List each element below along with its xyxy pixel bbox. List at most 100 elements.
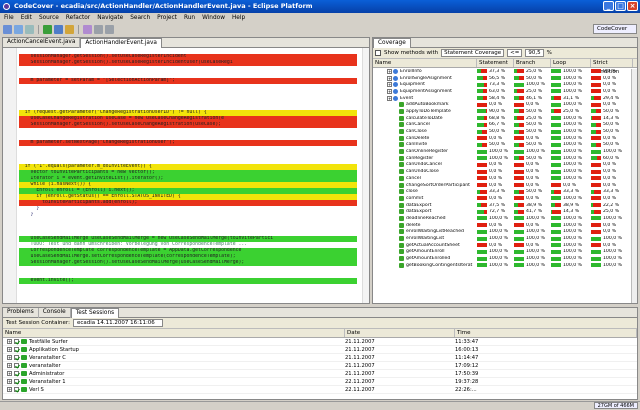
- tab-coverage[interactable]: Coverage: [373, 38, 411, 48]
- coverage-row[interactable]: delete 0,0 % 0,0 % 100,0 % 0,0 %: [373, 222, 637, 229]
- col-session-name[interactable]: Name: [3, 329, 345, 337]
- threshold-operator-select[interactable]: <=: [507, 49, 523, 57]
- coverage-row[interactable]: close 33,3 % 50,0 % 33,3 % 33,3 %: [373, 188, 637, 195]
- run-icon[interactable]: [43, 24, 52, 34]
- coverage-row[interactable]: getAmountEnrolled 100,0 % 100,0 % 100,0 % 10…: [373, 255, 637, 262]
- coverage-row[interactable]: getBookingContingentsIterat 100,0 % 100,0 …: [373, 262, 637, 269]
- col-strict-condition[interactable]: Strict Condition: [591, 59, 633, 75]
- coverage-row[interactable]: canDelete 0,0 % 0,0 % 100,0 % 0,0 %: [373, 135, 637, 142]
- tab-problems[interactable]: Problems: [3, 308, 39, 318]
- session-row[interactable]: + Verl S 22.11.2007 22:26:...: [3, 386, 637, 394]
- session-row[interactable]: + Applikation Startup 21.11.2007 16:00:13: [3, 346, 637, 354]
- code-area[interactable]: sessionManager.getSession().setUseCaseRe…: [3, 48, 369, 303]
- maximize-button[interactable]: □: [615, 1, 626, 11]
- expand-icon[interactable]: +: [387, 68, 392, 74]
- tab-console[interactable]: Console: [39, 308, 71, 318]
- perspective-switcher[interactable]: CodeCover: [593, 24, 637, 34]
- tab-action-handler-event[interactable]: ActionHandlerEvent.java: [80, 38, 162, 48]
- session-checkbox[interactable]: [14, 347, 19, 352]
- expand-icon[interactable]: +: [7, 339, 12, 344]
- coverage-row[interactable]: deadlineReached 100,0 % 100,0 % 100,0 % 100,…: [373, 215, 637, 222]
- col-name[interactable]: Name: [373, 59, 477, 67]
- print-icon[interactable]: [25, 24, 34, 34]
- session-row[interactable]: + veranstalter 21.11.2007 17:09:12: [3, 362, 637, 370]
- coverage-scrollbar[interactable]: [631, 69, 637, 303]
- coverage-row[interactable]: + EnrollSingleAsignment 56,5 % 50,0 % 100,0 …: [373, 75, 637, 82]
- coverage-row[interactable]: commit 0,0 % 0,0 % 100,0 % 0,0 %: [373, 195, 637, 202]
- session-checkbox[interactable]: [14, 379, 19, 384]
- expand-icon[interactable]: +: [7, 371, 12, 376]
- session-checkbox[interactable]: [14, 363, 19, 368]
- tab-test-sessions[interactable]: Test Sessions: [70, 308, 120, 318]
- menu-source[interactable]: Source: [39, 13, 59, 23]
- menu-help[interactable]: Help: [232, 13, 245, 23]
- expand-icon[interactable]: +: [7, 347, 12, 352]
- coverage-row[interactable]: dataExport 72,7 % 41,7 % 14,3 % 25,0 %: [373, 208, 637, 215]
- expand-icon[interactable]: +: [387, 82, 392, 88]
- coverage-row[interactable]: canCancel 66,7 % 50,0 % 100,0 % 50,0 %: [373, 122, 637, 129]
- menu-edit[interactable]: Edit: [21, 13, 32, 23]
- coverage-row[interactable]: getAmountEnroll 100,0 % 100,0 % 100,0 % 100,…: [373, 249, 637, 256]
- debug-icon[interactable]: [54, 24, 63, 34]
- coverage-row[interactable]: dataExport 37,5 % 38,9 % 38,9 % 22,2 %: [373, 202, 637, 209]
- expand-icon[interactable]: +: [387, 75, 392, 81]
- col-loop[interactable]: Loop: [551, 59, 591, 67]
- expand-icon[interactable]: +: [7, 363, 12, 368]
- coverage-row[interactable]: + EquipmentAssignment 63,0 % 25,0 % 100,0 % 0…: [373, 88, 637, 95]
- coverage-row[interactable]: getActualAccountSheet 0,0 % 0,0 % 100,0 % 0,…: [373, 242, 637, 249]
- expand-icon[interactable]: +: [387, 88, 392, 94]
- coverage-row[interactable]: canUndoCancel 0,0 % 0,0 % 100,0 % 0,0 %: [373, 162, 637, 169]
- forward-icon[interactable]: [105, 24, 114, 34]
- coverage-row[interactable]: canUndoClose 0,0 % 0,0 % 100,0 % 0,0 %: [373, 168, 637, 175]
- session-row[interactable]: + Veranstalter 1 22.11.2007 19:37:28: [3, 378, 637, 386]
- expand-icon[interactable]: +: [7, 379, 12, 384]
- coverage-row[interactable]: + Equipment 73,3 % 100,0 % 100,0 % 0,0 %: [373, 81, 637, 88]
- coverage-row[interactable]: enrollWaitingList 100,0 % 100,0 % 100,0 % 10…: [373, 235, 637, 242]
- overview-ruler[interactable]: [362, 48, 369, 303]
- criterion-select[interactable]: Statement Coverage: [441, 49, 505, 57]
- coverage-row[interactable]: + Event 58,4 % 46,1 % 31,1 % 29,4 %: [373, 95, 637, 102]
- close-button[interactable]: ×: [627, 1, 638, 11]
- coverage-row[interactable]: calculateToDate 68,8 % 25,0 % 100,0 % 14,3 %: [373, 115, 637, 122]
- save-icon[interactable]: [14, 24, 23, 34]
- col-session-date[interactable]: Date: [345, 329, 455, 337]
- coverage-row[interactable]: canOnlineRegister 100,0 % 100,0 % 100,0 % 10…: [373, 148, 637, 155]
- threshold-input[interactable]: 90,5: [525, 49, 544, 57]
- expand-icon[interactable]: +: [387, 95, 392, 101]
- tab-action-cancel-event[interactable]: ActionCancelEvent.java: [3, 38, 81, 48]
- coverage-row[interactable]: changeSortOrderParticipant 0,0 % 0,0 % 0,0 …: [373, 182, 637, 189]
- coverage-row[interactable]: canClose 50,0 % 50,0 % 100,0 % 50,0 %: [373, 128, 637, 135]
- session-checkbox[interactable]: [14, 355, 19, 360]
- coverage-row[interactable]: + EnrollInfo 37,3 % 25,0 % 100,0 % 0,0 %: [373, 68, 637, 75]
- coverage-row[interactable]: applyToDoTemplate 90,0 % 50,0 % 25,0 % 50,0 …: [373, 108, 637, 115]
- memory-indicator[interactable]: 27GM of 466M: [593, 402, 638, 409]
- coverage-row[interactable]: canRegister 100,0 % 50,0 % 100,0 % 60,0 %: [373, 155, 637, 162]
- menu-project[interactable]: Project: [157, 13, 177, 23]
- session-row[interactable]: + Testfälle Surfer 21.11.2007 11:33:47: [3, 338, 637, 346]
- session-checkbox[interactable]: [14, 339, 19, 344]
- session-row[interactable]: + Administrator 21.11.2007 17:50:39: [3, 370, 637, 378]
- coverage-row[interactable]: addAutoBookmark 0,0 % 0,0 % 100,0 % 0,0 %: [373, 101, 637, 108]
- container-select[interactable]: ecadia 14.11.2007 16:11:06: [72, 319, 163, 327]
- menu-window[interactable]: Window: [202, 13, 225, 23]
- coverage-row[interactable]: enrollWaitingListReached 100,0 % 100,0 % 10…: [373, 229, 637, 236]
- menu-run[interactable]: Run: [184, 13, 195, 23]
- coverage-row[interactable]: cancel 0,0 % 0,0 % 100,0 % 0,0 %: [373, 175, 637, 182]
- col-statement[interactable]: Statement: [477, 59, 514, 67]
- menu-search[interactable]: Search: [130, 13, 150, 23]
- expand-icon[interactable]: +: [7, 387, 12, 392]
- new-icon[interactable]: [3, 24, 12, 34]
- back-icon[interactable]: [94, 24, 103, 34]
- coverage-row[interactable]: canInvite 50,0 % 50,0 % 100,0 % 50,0 %: [373, 142, 637, 149]
- search-icon[interactable]: [65, 24, 74, 34]
- session-row[interactable]: + Veranstalter C 21.11.2007 11:14:47: [3, 354, 637, 362]
- menu-refactor[interactable]: Refactor: [66, 13, 90, 23]
- col-branch[interactable]: Branch: [514, 59, 551, 67]
- expand-icon[interactable]: +: [7, 355, 12, 360]
- minimize-button[interactable]: _: [603, 1, 614, 11]
- col-session-time[interactable]: Time: [455, 329, 637, 337]
- session-checkbox[interactable]: [14, 371, 19, 376]
- session-checkbox[interactable]: [14, 387, 19, 392]
- open-type-icon[interactable]: [83, 24, 92, 34]
- menu-file[interactable]: File: [4, 13, 14, 23]
